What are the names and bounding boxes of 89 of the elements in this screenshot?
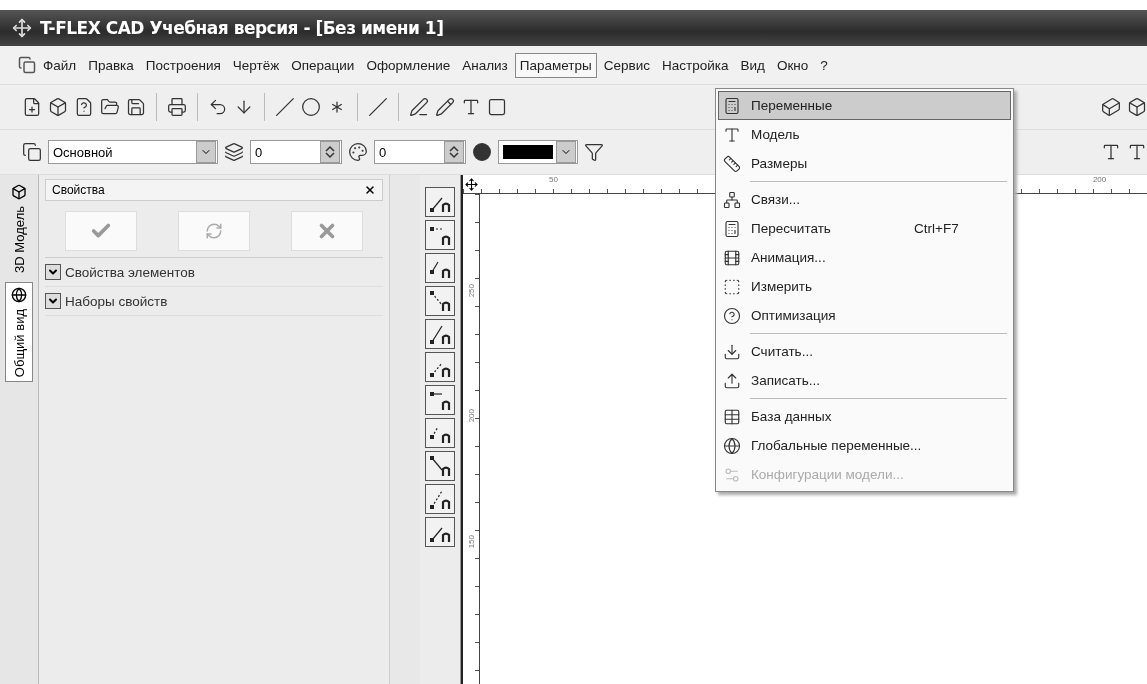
ruler-icon	[723, 154, 741, 173]
tool-button[interactable]	[425, 220, 455, 250]
open-folder-icon[interactable]	[100, 97, 120, 117]
cube-icon	[11, 184, 27, 200]
new-3d-icon[interactable]	[48, 97, 68, 117]
expand-toggle[interactable]	[45, 293, 61, 309]
ok-button[interactable]	[65, 211, 138, 251]
expand-toggle[interactable]	[45, 264, 61, 280]
menu-entry[interactable]: Переменные	[718, 91, 1011, 120]
menu-item[interactable]: Вид	[735, 52, 770, 78]
menu-entry[interactable]: Пересчитать Ctrl+F7	[718, 214, 1011, 243]
circle-icon[interactable]	[301, 97, 321, 117]
tool-button[interactable]	[425, 319, 455, 349]
menu-item[interactable]: Файл	[38, 52, 82, 78]
node-tool-icon	[428, 289, 452, 313]
calculator-icon	[723, 96, 741, 115]
print-icon[interactable]	[167, 97, 187, 117]
menu-entry[interactable]: База данных	[718, 402, 1011, 431]
tool-button[interactable]	[425, 187, 455, 217]
filter-icon[interactable]	[584, 142, 604, 162]
panel-title: Свойства	[52, 183, 105, 197]
menu-entry[interactable]: Глобальные переменные...	[718, 431, 1011, 460]
tool-button[interactable]	[425, 253, 455, 283]
menu-item[interactable]: ?	[815, 52, 833, 78]
color-icon[interactable]	[472, 142, 492, 162]
pen-icon[interactable]	[409, 97, 429, 117]
menu-item[interactable]: Окно	[771, 52, 814, 78]
menu-item[interactable]: Оформление	[361, 52, 456, 78]
spinner-arrows-icon	[449, 145, 459, 159]
ruler-label: 200	[1092, 175, 1107, 184]
new-template-icon[interactable]	[74, 97, 94, 117]
question-icon	[723, 306, 741, 325]
tool-button[interactable]	[425, 418, 455, 448]
tool-button[interactable]	[425, 286, 455, 316]
node-tool-icon	[428, 454, 452, 478]
menu-entry[interactable]: Записать...	[718, 366, 1011, 395]
priority-spinner[interactable]: 0	[374, 140, 466, 164]
menu-item[interactable]: Построения	[140, 52, 226, 78]
menu-item[interactable]: Чертёж	[227, 52, 285, 78]
menu-entry[interactable]: Связи...	[718, 185, 1011, 214]
menu-item[interactable]: Сервис	[598, 52, 655, 78]
menu-entry[interactable]: Модель	[718, 120, 1011, 149]
line-icon[interactable]	[275, 97, 295, 117]
cancel-button[interactable]	[290, 211, 363, 251]
color-swatch	[503, 145, 553, 159]
ruler-label: 150	[466, 534, 476, 549]
menu-item[interactable]: Настройка	[657, 52, 734, 78]
menu-item[interactable]: Параметры	[514, 52, 597, 78]
globe-icon	[723, 436, 741, 455]
box-icon[interactable]	[1127, 97, 1147, 117]
text-icon[interactable]	[461, 97, 481, 117]
undo-icon[interactable]	[208, 97, 228, 117]
globe-icon	[11, 286, 27, 303]
menu-entry[interactable]: Размеры	[718, 149, 1011, 178]
ruler-label: 200	[466, 409, 476, 423]
menu-entry[interactable]: Считать...	[718, 337, 1011, 366]
close-icon[interactable]	[364, 184, 376, 196]
menu-item[interactable]: Операции	[286, 52, 360, 78]
side-tab[interactable]: 3D Модель	[5, 179, 33, 278]
layer-dropdown[interactable]: Основной	[48, 140, 218, 164]
level-spinner[interactable]: 0	[250, 140, 342, 164]
menu-entry[interactable]: Оптимизация	[718, 301, 1011, 330]
table-icon	[723, 407, 741, 426]
tool-button[interactable]	[425, 484, 455, 514]
pencil-icon[interactable]	[435, 97, 455, 117]
tool-button[interactable]	[425, 517, 455, 547]
refresh-icon	[205, 222, 223, 240]
move-icon[interactable]	[464, 177, 478, 191]
level-icon[interactable]	[224, 142, 244, 162]
color-dropdown[interactable]	[498, 140, 578, 164]
menu-entry[interactable]: Измерить	[718, 272, 1011, 301]
ruler-label: 50	[549, 175, 558, 184]
section-title: Наборы свойств	[65, 293, 168, 309]
new-file-icon[interactable]	[22, 97, 42, 117]
save-icon[interactable]	[126, 97, 146, 117]
menu-entry[interactable]: Анимация...	[718, 243, 1011, 272]
cube-icon[interactable]	[1101, 97, 1121, 117]
tool-button[interactable]	[425, 385, 455, 415]
hierarchy-icon	[723, 190, 741, 209]
tool-button[interactable]	[425, 451, 455, 481]
window-title: T-FLEX CAD Учебная версия - [Без имени 1]	[40, 18, 444, 38]
section-title: Свойства элементов	[65, 264, 195, 280]
ruler-label: 250	[466, 284, 476, 298]
tool-button[interactable]	[425, 352, 455, 382]
film-icon	[723, 248, 741, 267]
side-tab[interactable]: Общий вид	[5, 281, 33, 383]
menu-item[interactable]: Правка	[83, 52, 139, 78]
menu-item[interactable]: Анализ	[457, 52, 513, 78]
spinner-arrows-icon	[325, 145, 335, 159]
